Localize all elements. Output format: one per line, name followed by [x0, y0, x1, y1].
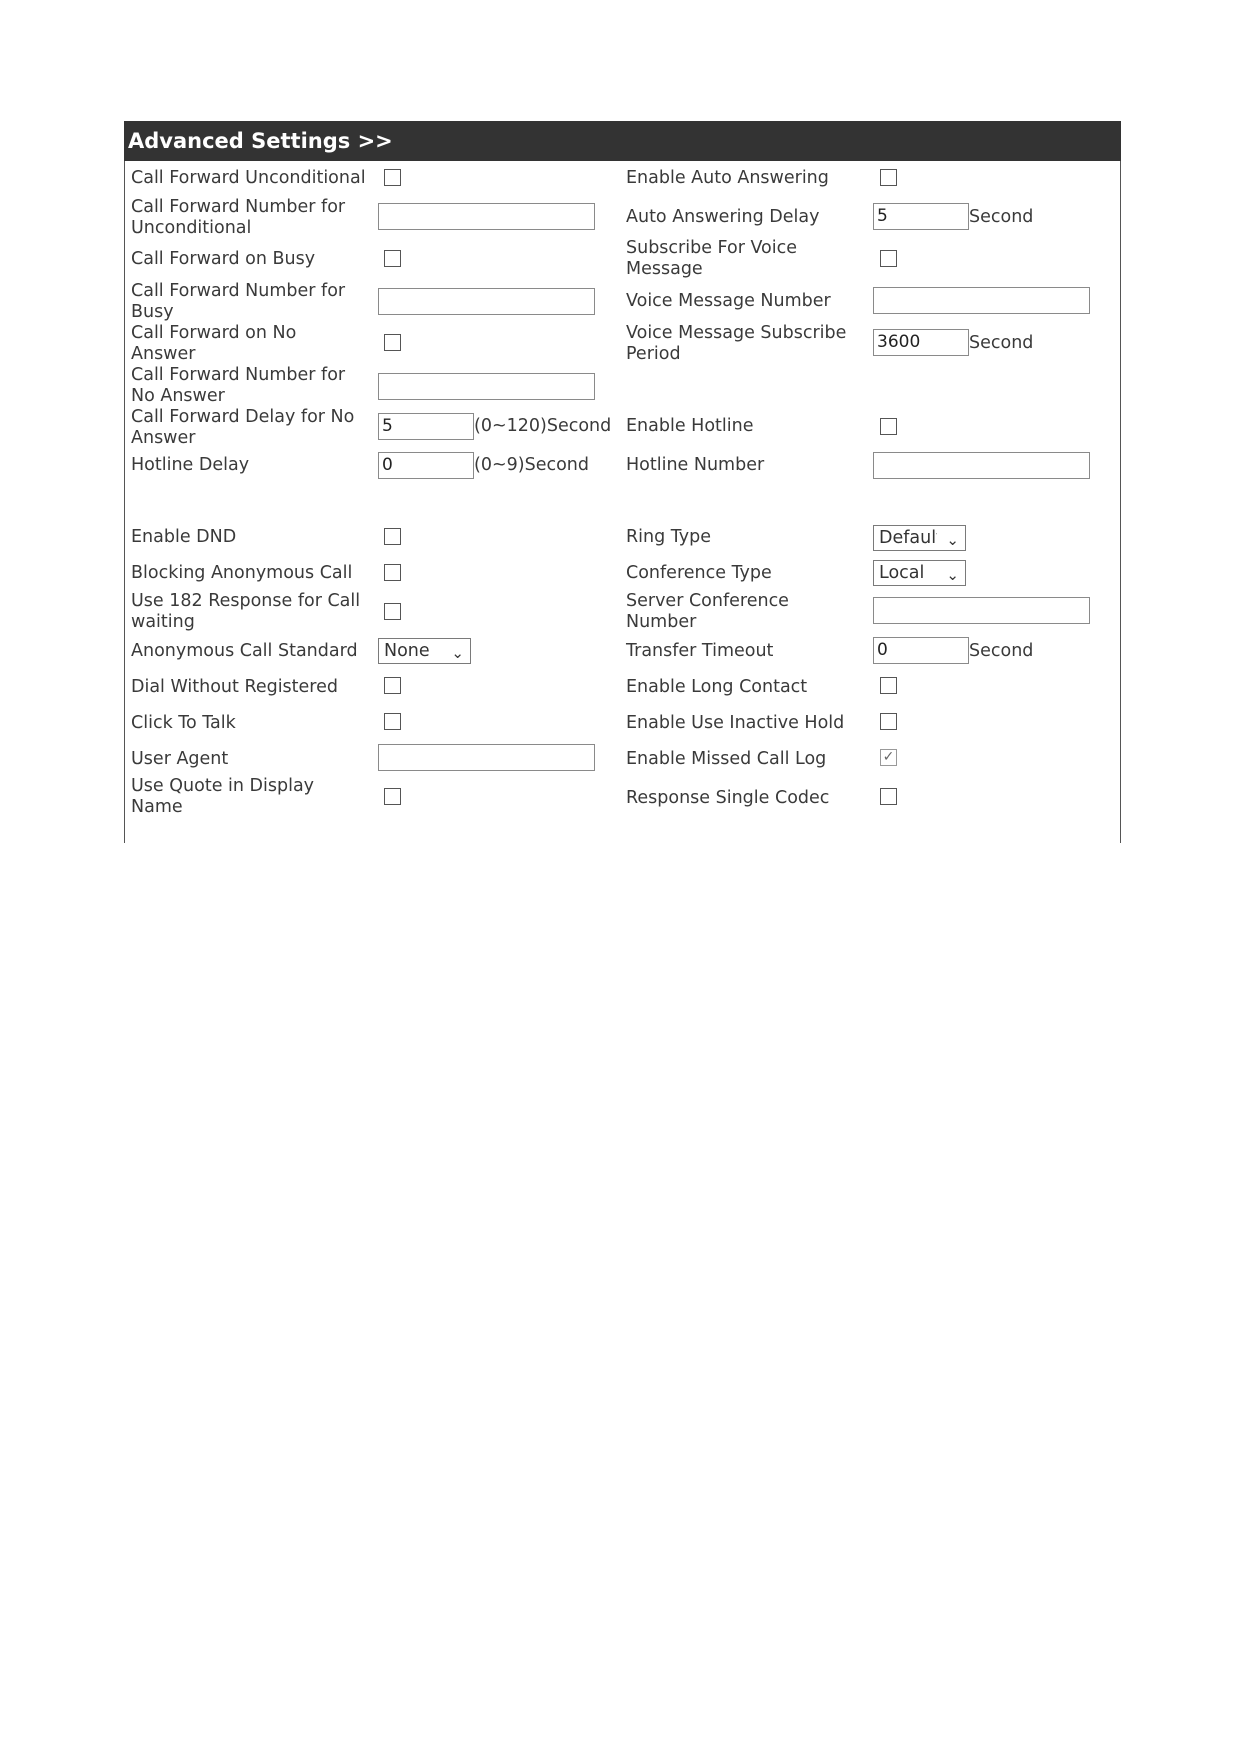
label-call-forward-no-answer-1: Call Forward on No [131, 323, 297, 343]
label-user-agent: User Agent [131, 749, 229, 769]
input-voice-message-number[interactable] [873, 287, 1090, 314]
input-hotline-number[interactable] [873, 452, 1090, 479]
label-enable-missed-call-log: Enable Missed Call Log [626, 749, 827, 769]
label-anonymous-call-standard: Anonymous Call Standard [131, 641, 358, 661]
label-call-forward-number-no-answer-2: No Answer [131, 386, 225, 406]
label-enable-hotline: Enable Hotline [626, 416, 754, 436]
label-use-quote-display-name-1: Use Quote in Display [131, 776, 315, 796]
chevron-down-icon: ⌄ [946, 531, 959, 549]
checkbox-enable-long-contact[interactable] [880, 677, 897, 694]
select-anonymous-call-standard-value: None [384, 641, 430, 661]
label-call-forward-no-answer-2: Answer [131, 344, 196, 364]
select-ring-type-value: Default [879, 528, 937, 548]
unit-hotline-delay: (0~9)Second [474, 455, 589, 475]
checkbox-call-forward-on-busy[interactable] [384, 250, 401, 267]
label-subscribe-voice-message-2: Message [626, 259, 703, 279]
label-enable-long-contact: Enable Long Contact [626, 677, 808, 697]
checkbox-call-forward-unconditional[interactable] [384, 169, 401, 186]
label-call-forward-delay-no-answer-1: Call Forward Delay for No [131, 407, 355, 427]
unit-voice-message-subscribe-period: Second [969, 333, 1034, 353]
input-transfer-timeout[interactable]: 0 [873, 637, 969, 664]
checkbox-use-182-response[interactable] [384, 603, 401, 620]
chevron-down-icon: ⌄ [946, 566, 959, 584]
label-hotline-number: Hotline Number [626, 455, 765, 475]
advanced-settings-panel [124, 121, 1121, 843]
label-conference-type: Conference Type [626, 563, 772, 583]
checkbox-enable-dnd[interactable] [384, 528, 401, 545]
label-call-forward-number-unconditional-1: Call Forward Number for [131, 197, 346, 217]
label-hotline-delay: Hotline Delay [131, 455, 250, 475]
label-response-single-codec: Response Single Codec [626, 788, 830, 808]
input-call-forward-number-busy[interactable] [378, 288, 595, 315]
label-transfer-timeout: Transfer Timeout [626, 641, 774, 661]
checkbox-enable-missed-call-log[interactable]: ✓ [880, 749, 897, 766]
unit-transfer-timeout: Second [969, 641, 1034, 661]
select-ring-type[interactable]: Default ⌄ [873, 525, 966, 551]
input-server-conference-number[interactable] [873, 597, 1090, 624]
label-subscribe-voice-message-1: Subscribe For Voice [626, 238, 798, 258]
check-icon: ✓ [882, 749, 895, 765]
label-server-conference-number-1: Server Conference [626, 591, 789, 611]
chevron-down-icon: ⌄ [451, 644, 464, 662]
label-use-quote-display-name-2: Name [131, 797, 183, 817]
label-call-forward-number-no-answer-1: Call Forward Number for [131, 365, 346, 385]
checkbox-enable-hotline[interactable] [880, 418, 897, 435]
label-dial-without-registered: Dial Without Registered [131, 677, 338, 697]
label-voice-message-subscribe-period-1: Voice Message Subscribe [626, 323, 847, 343]
label-server-conference-number-2: Number [626, 612, 697, 632]
label-enable-use-inactive-hold: Enable Use Inactive Hold [626, 713, 845, 733]
input-voice-message-subscribe-period[interactable]: 3600 [873, 329, 969, 356]
label-ring-type: Ring Type [626, 527, 711, 547]
checkbox-enable-auto-answering[interactable] [880, 169, 897, 186]
label-voice-message-number: Voice Message Number [626, 291, 831, 311]
input-hotline-delay[interactable]: 0 [378, 452, 474, 479]
label-enable-auto-answering: Enable Auto Answering [626, 168, 829, 188]
input-call-forward-number-no-answer[interactable] [378, 373, 595, 400]
checkbox-click-to-talk[interactable] [384, 713, 401, 730]
select-conference-type-value: Local [879, 563, 925, 583]
label-use-182-response-2: waiting [131, 612, 195, 632]
label-call-forward-on-busy: Call Forward on Busy [131, 249, 316, 269]
checkbox-use-quote-display-name[interactable] [384, 788, 401, 805]
input-auto-answering-delay[interactable]: 5 [873, 203, 969, 230]
label-call-forward-delay-no-answer-2: Answer [131, 428, 196, 448]
checkbox-subscribe-voice-message[interactable] [880, 250, 897, 267]
unit-call-forward-delay: (0~120)Second [474, 416, 612, 436]
label-use-182-response-1: Use 182 Response for Call [131, 591, 361, 611]
label-call-forward-number-busy-1: Call Forward Number for [131, 281, 346, 301]
input-call-forward-delay[interactable]: 5 [378, 413, 474, 440]
label-enable-dnd: Enable DND [131, 527, 237, 547]
checkbox-enable-use-inactive-hold[interactable] [880, 713, 897, 730]
label-voice-message-subscribe-period-2: Period [626, 344, 681, 364]
label-blocking-anonymous-call: Blocking Anonymous Call [131, 563, 353, 583]
checkbox-dial-without-registered[interactable] [384, 677, 401, 694]
checkbox-response-single-codec[interactable] [880, 788, 897, 805]
input-user-agent[interactable] [378, 744, 595, 771]
checkbox-call-forward-no-answer[interactable] [384, 334, 401, 351]
label-call-forward-number-unconditional-2: Unconditional [131, 218, 252, 238]
label-call-forward-unconditional: Call Forward Unconditional [131, 168, 366, 188]
checkbox-blocking-anonymous-call[interactable] [384, 564, 401, 581]
section-header: Advanced Settings >> [124, 121, 1121, 161]
label-call-forward-number-busy-2: Busy [131, 302, 174, 322]
unit-auto-answering-delay: Second [969, 207, 1034, 227]
input-call-forward-number-unconditional[interactable] [378, 203, 595, 230]
label-click-to-talk: Click To Talk [131, 713, 236, 733]
select-anonymous-call-standard[interactable]: None ⌄ [378, 638, 471, 664]
select-conference-type[interactable]: Local ⌄ [873, 560, 966, 586]
label-auto-answering-delay: Auto Answering Delay [626, 207, 820, 227]
